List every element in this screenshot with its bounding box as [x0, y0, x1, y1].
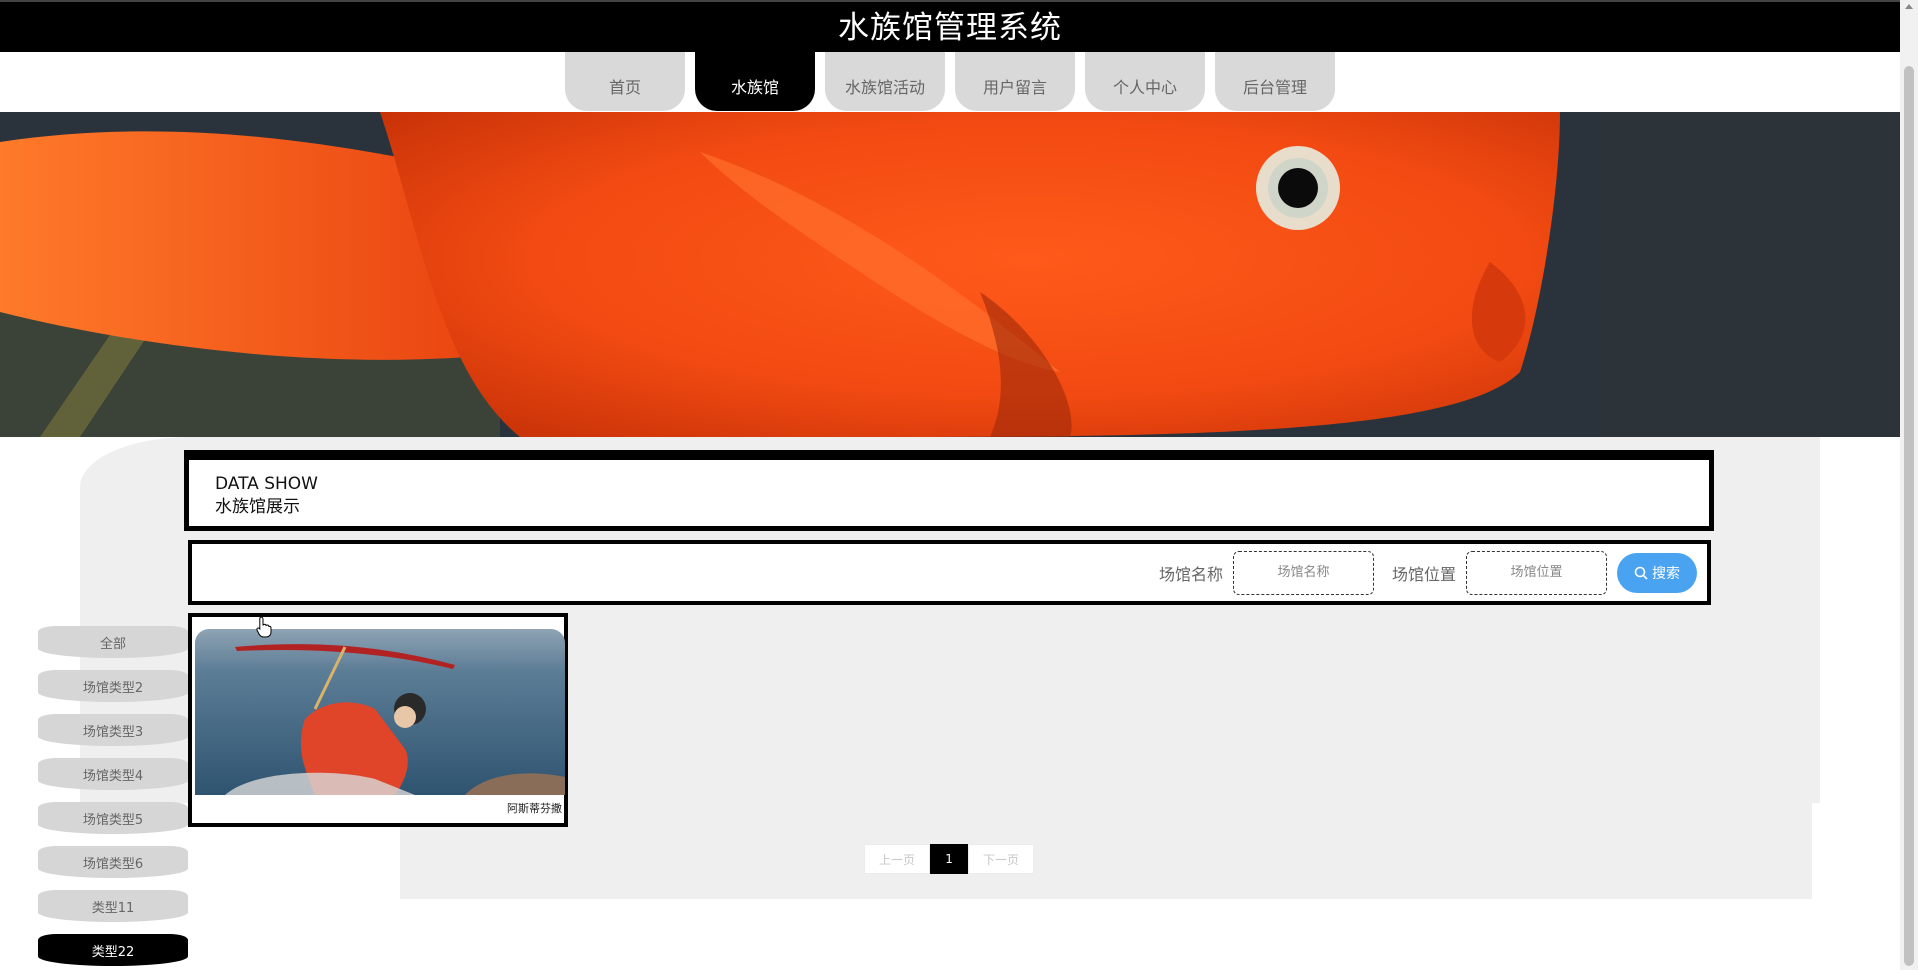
section-title-en: DATA SHOW — [215, 474, 318, 494]
search-button[interactable]: 搜索 — [1617, 552, 1697, 593]
category-venue-type-5[interactable]: 场馆类型5 — [38, 802, 188, 834]
lower-right-gap — [1812, 803, 1900, 899]
category-venue-type-6[interactable]: 场馆类型6 — [38, 846, 188, 878]
banner-fish-image — [0, 112, 1900, 437]
pagination-next[interactable]: 下一页 — [968, 844, 1035, 874]
banner-carousel[interactable] — [0, 112, 1900, 437]
search-button-label: 搜索 — [1652, 565, 1680, 582]
pagination-page-1[interactable]: 1 — [930, 844, 969, 874]
category-sidebar: 全部 场馆类型2 场馆类型3 场馆类型4 场馆类型5 场馆类型6 类型11 类型… — [38, 626, 188, 970]
section-header: DATA SHOW 水族馆展示 — [184, 450, 1714, 531]
section-title-cn: 水族馆展示 — [215, 497, 300, 517]
venue-card-image — [195, 629, 565, 795]
site-header: 水族馆管理系统 — [0, 0, 1900, 52]
vertical-scrollbar[interactable] — [1900, 0, 1918, 970]
category-all[interactable]: 全部 — [38, 626, 188, 658]
category-type-22[interactable]: 类型22 — [38, 934, 188, 966]
hand-cursor-icon — [256, 616, 272, 638]
venue-name-label: 场馆名称 — [1158, 564, 1223, 584]
scroll-up-arrow-icon[interactable] — [1905, 4, 1913, 9]
venue-card-title: 阿斯蒂芬撒 — [507, 802, 562, 815]
category-venue-type-3[interactable]: 场馆类型3 — [38, 714, 188, 746]
venue-location-label: 场馆位置 — [1391, 564, 1456, 584]
nav-aquarium[interactable]: 水族馆 — [695, 52, 815, 111]
site-title: 水族馆管理系统 — [838, 10, 1062, 46]
category-venue-type-4[interactable]: 场馆类型4 — [38, 758, 188, 790]
venue-location-input[interactable] — [1466, 550, 1607, 595]
search-bar: 场馆名称 场馆位置 搜索 — [188, 540, 1711, 605]
category-venue-type-2[interactable]: 场馆类型2 — [38, 670, 188, 702]
category-type-11[interactable]: 类型11 — [38, 890, 188, 922]
pagination: 上一页 1 下一页 — [864, 844, 1035, 874]
nav-admin[interactable]: 后台管理 — [1215, 52, 1335, 111]
nav-aquarium-activities[interactable]: 水族馆活动 — [825, 52, 945, 111]
scrollbar-thumb[interactable] — [1904, 66, 1914, 966]
main-nav: 首页 水族馆 水族馆活动 用户留言 个人中心 后台管理 — [0, 52, 1900, 112]
venue-name-input[interactable] — [1232, 550, 1374, 595]
pagination-panel — [400, 803, 1812, 899]
nav-home[interactable]: 首页 — [565, 52, 685, 111]
pagination-prev[interactable]: 上一页 — [864, 844, 931, 874]
nav-personal-center[interactable]: 个人中心 — [1085, 52, 1205, 111]
venue-card[interactable]: 阿斯蒂芬撒 — [188, 613, 568, 827]
nav-user-messages[interactable]: 用户留言 — [955, 52, 1075, 111]
search-icon — [1634, 566, 1648, 580]
